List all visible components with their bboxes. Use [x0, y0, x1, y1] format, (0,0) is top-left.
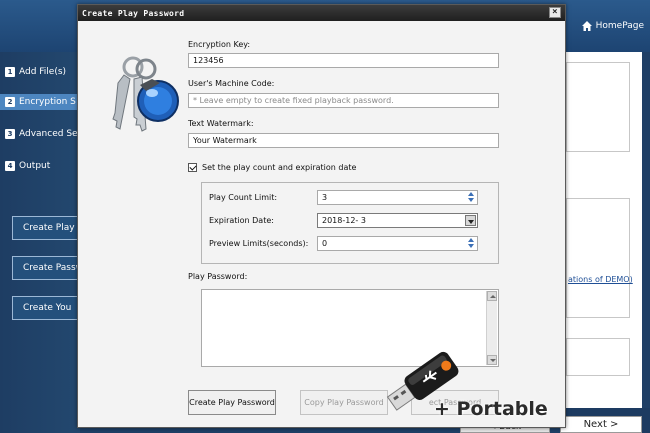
- scroll-up-icon[interactable]: [487, 291, 497, 301]
- content-panel-bottom: [566, 338, 630, 376]
- sidebar-item-encryption[interactable]: 2 Encryption S: [0, 94, 80, 110]
- dropdown-arrow-icon[interactable]: [465, 215, 476, 226]
- step-number: 1: [5, 67, 15, 77]
- play-count-expiration-option[interactable]: Set the play count and expiration date: [188, 163, 356, 172]
- next-button[interactable]: Next >: [560, 416, 642, 433]
- spin-up-icon[interactable]: [468, 238, 474, 242]
- spin-up-icon[interactable]: [468, 192, 474, 196]
- play-count-limit-label: Play Count Limit:: [209, 193, 278, 202]
- home-icon: [581, 21, 592, 31]
- preview-limits-value: 0: [322, 239, 328, 248]
- dialog-title: Create Play Password: [82, 8, 185, 18]
- demo-link[interactable]: ations of DEMO): [568, 275, 633, 284]
- create-play-password-dialog: Create Play Password × Encryption Key: U…: [77, 4, 566, 428]
- preview-limits-label: Preview Limits(seconds):: [209, 239, 309, 248]
- encryption-key-input[interactable]: [188, 53, 499, 68]
- play-count-checkbox-label: Set the play count and expiration date: [202, 163, 357, 172]
- encryption-key-label: Encryption Key:: [188, 40, 251, 49]
- sidebar-item-label: Output: [19, 161, 51, 171]
- create-your-side-button[interactable]: Create You: [12, 296, 80, 320]
- sidebar-item-label: Encryption S: [19, 97, 76, 107]
- sidebar-item-add-files[interactable]: 1 Add File(s): [5, 64, 80, 80]
- stepper-buttons[interactable]: [467, 238, 475, 250]
- play-count-checkbox[interactable]: [188, 163, 197, 172]
- preview-limits-stepper[interactable]: 0: [317, 236, 478, 251]
- expiration-date-label: Expiration Date:: [209, 216, 274, 225]
- keys-icon: [112, 56, 179, 132]
- close-icon[interactable]: ×: [549, 7, 561, 18]
- spin-down-icon[interactable]: [468, 198, 474, 202]
- content-panel-middle: [566, 198, 630, 318]
- machine-code-input[interactable]: [188, 93, 499, 108]
- expiration-date-value: 2018-12- 3: [322, 216, 366, 225]
- sidebar-item-label: Advanced Se: [19, 129, 78, 139]
- expiration-date-picker[interactable]: 2018-12- 3: [317, 213, 478, 228]
- play-count-limit-value: 3: [322, 193, 328, 202]
- homepage-label: HomePage: [595, 21, 644, 31]
- stepper-buttons[interactable]: [467, 192, 475, 204]
- sidebar-item-output[interactable]: 4 Output: [5, 158, 80, 174]
- create-password-side-button[interactable]: Create Passw: [12, 256, 80, 280]
- scrollbar[interactable]: [486, 291, 497, 365]
- machine-code-label: User's Machine Code:: [188, 79, 275, 88]
- step-number: 3: [5, 129, 15, 139]
- text-watermark-label: Text Watermark:: [188, 119, 254, 128]
- sidebar-item-label: Add File(s): [19, 67, 67, 77]
- step-number: 4: [5, 161, 15, 171]
- content-panel-top: [566, 62, 630, 152]
- create-play-password-button[interactable]: Create Play Password: [188, 390, 276, 415]
- spin-down-icon[interactable]: [468, 244, 474, 248]
- text-watermark-input[interactable]: [188, 133, 499, 148]
- homepage-link[interactable]: HomePage: [581, 20, 644, 32]
- scroll-down-icon[interactable]: [487, 355, 497, 365]
- play-count-limit-stepper[interactable]: 3: [317, 190, 478, 205]
- dialog-title-bar: Create Play Password ×: [78, 5, 565, 21]
- portable-label: + Portable: [434, 398, 548, 420]
- play-password-label: Play Password:: [188, 272, 248, 281]
- sidebar-item-advanced[interactable]: 3 Advanced Se: [5, 126, 80, 142]
- step-number: 2: [5, 97, 15, 107]
- create-play-password-side-button[interactable]: Create Play P: [12, 216, 80, 240]
